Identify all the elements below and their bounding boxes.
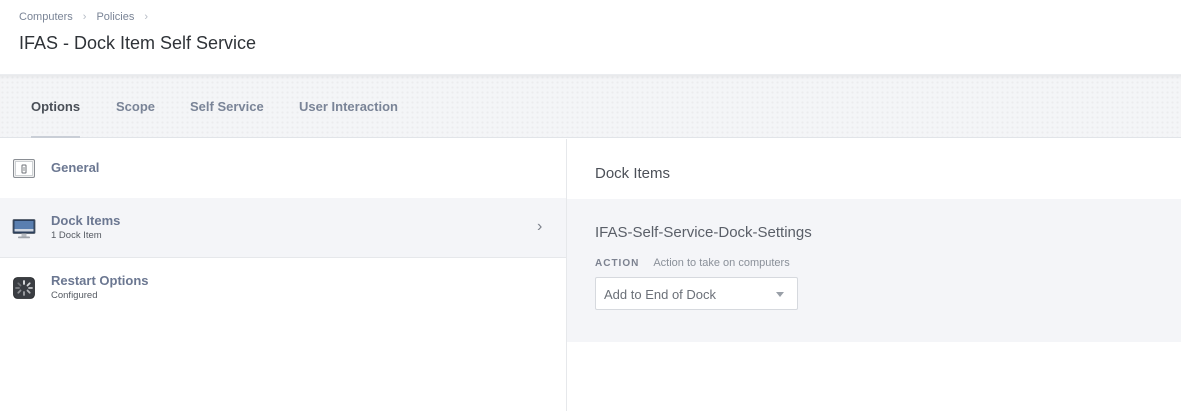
tab-bar: Options Scope Self Service User Interact… — [0, 74, 1181, 138]
breadcrumb-computers[interactable]: Computers — [19, 11, 73, 23]
sidebar-item-label: Restart Options — [51, 273, 149, 288]
tab-options[interactable]: Options — [31, 75, 81, 138]
action-help-text: Action to take on computers — [653, 257, 790, 269]
caret-down-icon — [776, 292, 784, 297]
action-label: ACTION — [595, 258, 640, 269]
page-header: Computers › Policies › IFAS - Dock Item … — [0, 0, 1181, 74]
sidebar-item-subtitle: Configured — [51, 290, 98, 301]
action-select[interactable]: Add to End of Dock — [595, 277, 798, 310]
monitor-icon — [12, 218, 36, 240]
action-select-value: Add to End of Dock — [604, 287, 717, 302]
options-sidebar: General Dock Items 1 Dock Item › Restart… — [0, 139, 567, 411]
action-field-label: ACTION Action to take on computers — [595, 257, 790, 269]
breadcrumb-separator-icon: › — [82, 11, 87, 23]
sidebar-item-label: Dock Items — [51, 213, 121, 228]
sidebar-item-dock-items[interactable]: Dock Items 1 Dock Item › — [0, 198, 566, 258]
breadcrumb-separator-icon: › — [144, 11, 149, 23]
general-icon — [12, 158, 36, 180]
restart-icon — [12, 277, 36, 299]
breadcrumb-policies[interactable]: Policies — [96, 11, 134, 23]
tab-self-service[interactable]: Self Service — [190, 75, 264, 138]
sidebar-item-general[interactable]: General — [0, 139, 566, 199]
tab-scope[interactable]: Scope — [116, 75, 155, 138]
dock-item-panel: IFAS-Self-Service-Dock-Settings ACTION A… — [567, 199, 1181, 342]
breadcrumb: Computers › Policies › — [19, 11, 158, 23]
page-title: IFAS - Dock Item Self Service — [19, 33, 257, 53]
tab-user-interaction[interactable]: User Interaction — [299, 75, 398, 138]
dock-items-content: Dock Items IFAS-Self-Service-Dock-Settin… — [567, 139, 1181, 411]
dock-item-title: IFAS-Self-Service-Dock-Settings — [595, 224, 812, 241]
sidebar-item-restart-options[interactable]: Restart Options Configured — [0, 257, 566, 317]
section-heading: Dock Items — [595, 165, 671, 182]
chevron-right-icon: › — [537, 218, 543, 235]
sidebar-item-label: General — [51, 160, 100, 175]
sidebar-item-subtitle: 1 Dock Item — [51, 230, 102, 241]
